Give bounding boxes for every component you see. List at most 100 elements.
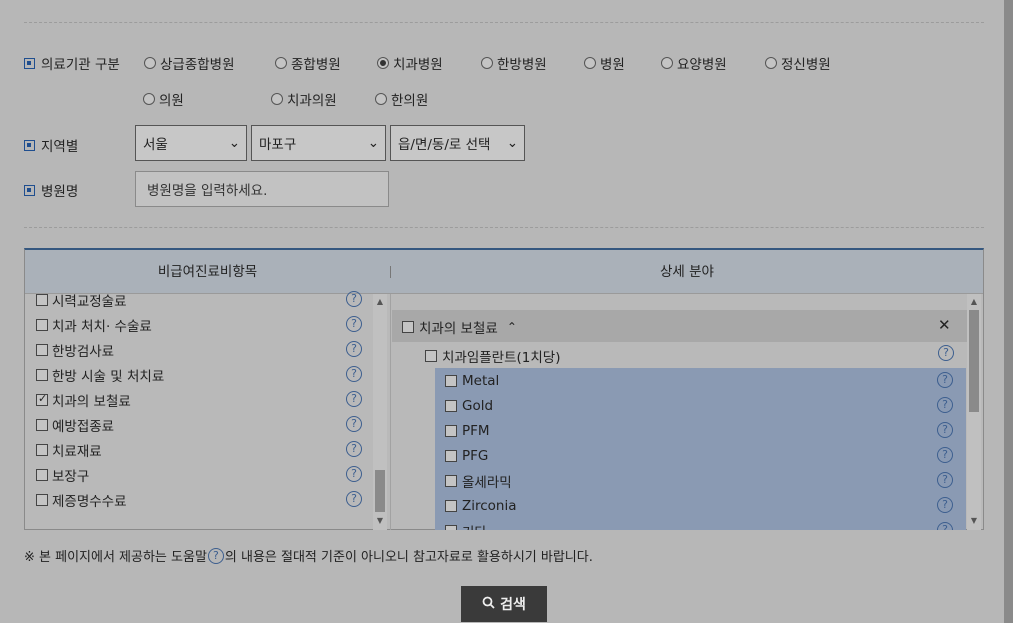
checkbox[interactable] (36, 443, 48, 456)
checkbox[interactable] (445, 399, 457, 412)
radio-option[interactable]: 종합병원 (275, 53, 341, 73)
category-item[interactable]: 치과의 보철료 (36, 387, 131, 412)
radio-option[interactable]: 한방병원 (481, 53, 547, 73)
left-scrollbar[interactable]: ▲ ▼ (373, 294, 387, 530)
radio-option[interactable]: 치과의원 (271, 89, 337, 109)
bullet-icon (24, 184, 35, 196)
checkbox[interactable] (36, 418, 48, 431)
checkbox[interactable] (36, 493, 48, 506)
help-icon[interactable]: ? (346, 441, 362, 457)
scroll-up-icon[interactable]: ▲ (968, 297, 980, 306)
search-button[interactable]: 검색 (461, 586, 547, 622)
help-icon[interactable]: ? (938, 345, 954, 361)
help-note: ※ 본 페이지에서 제공하는 도움말 ? 의 내용은 절대적 기준이 아니오니 … (24, 547, 593, 565)
divider (24, 22, 984, 23)
scroll-thumb[interactable] (375, 470, 385, 512)
radio-option[interactable]: 요양병원 (661, 53, 727, 73)
hospital-name-input[interactable]: 병원명을 입력하세요. (135, 171, 389, 207)
category-item[interactable]: 치과 처치· 수술료 (36, 312, 152, 337)
radio-icon[interactable] (584, 57, 596, 69)
detail-item[interactable]: PFM (445, 418, 490, 443)
checkbox-checked[interactable] (36, 392, 48, 406)
right-scrollbar[interactable]: ▲ ▼ (967, 294, 981, 530)
radio-icon[interactable] (144, 57, 156, 69)
checkbox[interactable] (445, 524, 457, 530)
checkbox[interactable] (402, 321, 414, 333)
help-icon[interactable]: ? (346, 366, 362, 382)
help-icon[interactable]: ? (346, 416, 362, 432)
checkbox[interactable] (445, 499, 457, 512)
category-item[interactable]: 제증명수수료 (36, 487, 127, 512)
category-item[interactable]: 한방검사료 (36, 337, 114, 362)
detail-group-item[interactable]: 치과의 보철료 ⌃ (402, 317, 517, 337)
help-icon[interactable]: ? (937, 372, 953, 388)
search-icon (482, 596, 495, 613)
checkbox[interactable] (445, 449, 457, 462)
radio-icon[interactable] (275, 57, 287, 69)
checkbox[interactable] (36, 468, 48, 481)
detail-items-block: Metal Gold PFM PFG 올세라믹 Zirconia 기타 ? ? … (435, 368, 966, 530)
radio-option[interactable]: 병원 (584, 53, 625, 73)
help-icon[interactable]: ? (937, 522, 953, 530)
checkbox[interactable] (36, 368, 48, 381)
scroll-down-icon[interactable]: ▼ (374, 516, 386, 525)
category-item[interactable]: 치료재료 (36, 437, 102, 462)
checkbox[interactable] (445, 374, 457, 387)
help-icon[interactable]: ? (937, 472, 953, 488)
page-edge (1004, 0, 1013, 623)
radio-selected-icon[interactable] (377, 57, 389, 69)
column-separator (390, 294, 391, 530)
category-panel: 비급여진료비항목 상세 분야 시력교정술료 치과 처치· 수술료 한방검사료 한… (24, 248, 984, 530)
category-item[interactable]: 한방 시술 및 처치료 (36, 362, 164, 387)
help-icon[interactable]: ? (346, 341, 362, 357)
help-icon[interactable]: ? (346, 466, 362, 482)
checkbox[interactable] (36, 318, 48, 331)
checkbox[interactable] (445, 474, 457, 487)
radio-icon[interactable] (481, 57, 493, 69)
category-item[interactable]: 예방접종료 (36, 412, 114, 437)
checkbox[interactable] (445, 424, 457, 437)
category-item[interactable]: 시력교정술료 (36, 287, 127, 312)
radio-icon[interactable] (375, 93, 387, 105)
detail-item[interactable]: 기타 (445, 518, 487, 530)
detail-item[interactable]: Gold (445, 393, 493, 418)
radio-icon[interactable] (271, 93, 283, 105)
institution-type-label: 의료기관 구분 (24, 53, 120, 73)
category-item[interactable]: 보장구 (36, 462, 89, 487)
bullet-icon (24, 57, 35, 69)
help-icon[interactable]: ? (346, 291, 362, 307)
help-icon[interactable]: ? (937, 422, 953, 438)
region-city-select[interactable]: 서울 ⌄ (135, 125, 247, 161)
region-town-select[interactable]: 읍/면/동/로 선택 ⌄ (390, 125, 525, 161)
radio-icon[interactable] (765, 57, 777, 69)
scroll-up-icon[interactable]: ▲ (374, 297, 386, 306)
close-icon[interactable]: ✕ (938, 316, 951, 334)
help-icon[interactable]: ? (937, 497, 953, 513)
radio-option[interactable]: 상급종합병원 (144, 53, 235, 73)
scroll-thumb[interactable] (969, 310, 979, 412)
help-icon[interactable]: ? (937, 447, 953, 463)
region-district-select[interactable]: 마포구 ⌄ (251, 125, 386, 161)
detail-item[interactable]: Metal (445, 368, 499, 393)
radio-option[interactable]: 의원 (143, 89, 184, 109)
radio-icon[interactable] (143, 93, 155, 105)
checkbox[interactable] (425, 350, 437, 362)
help-icon[interactable]: ? (937, 397, 953, 413)
chevron-up-icon[interactable]: ⌃ (507, 320, 517, 334)
help-icon[interactable]: ? (346, 391, 362, 407)
detail-item[interactable]: 올세라믹 (445, 468, 512, 493)
help-icon[interactable]: ? (346, 491, 362, 507)
radio-icon[interactable] (661, 57, 673, 69)
right-header: 상세 분야 (660, 264, 714, 280)
checkbox[interactable] (36, 293, 48, 306)
checkbox[interactable] (36, 343, 48, 356)
detail-subgroup-item[interactable]: 치과임플란트(1치당) (425, 346, 560, 366)
scroll-down-icon[interactable]: ▼ (968, 516, 980, 525)
radio-option[interactable]: 치과병원 (377, 53, 443, 73)
radio-option[interactable]: 한의원 (375, 89, 428, 109)
region-label: 지역별 (24, 135, 78, 155)
detail-item[interactable]: PFG (445, 443, 488, 468)
help-icon[interactable]: ? (346, 316, 362, 332)
radio-option[interactable]: 정신병원 (765, 53, 831, 73)
detail-item[interactable]: Zirconia (445, 493, 517, 518)
